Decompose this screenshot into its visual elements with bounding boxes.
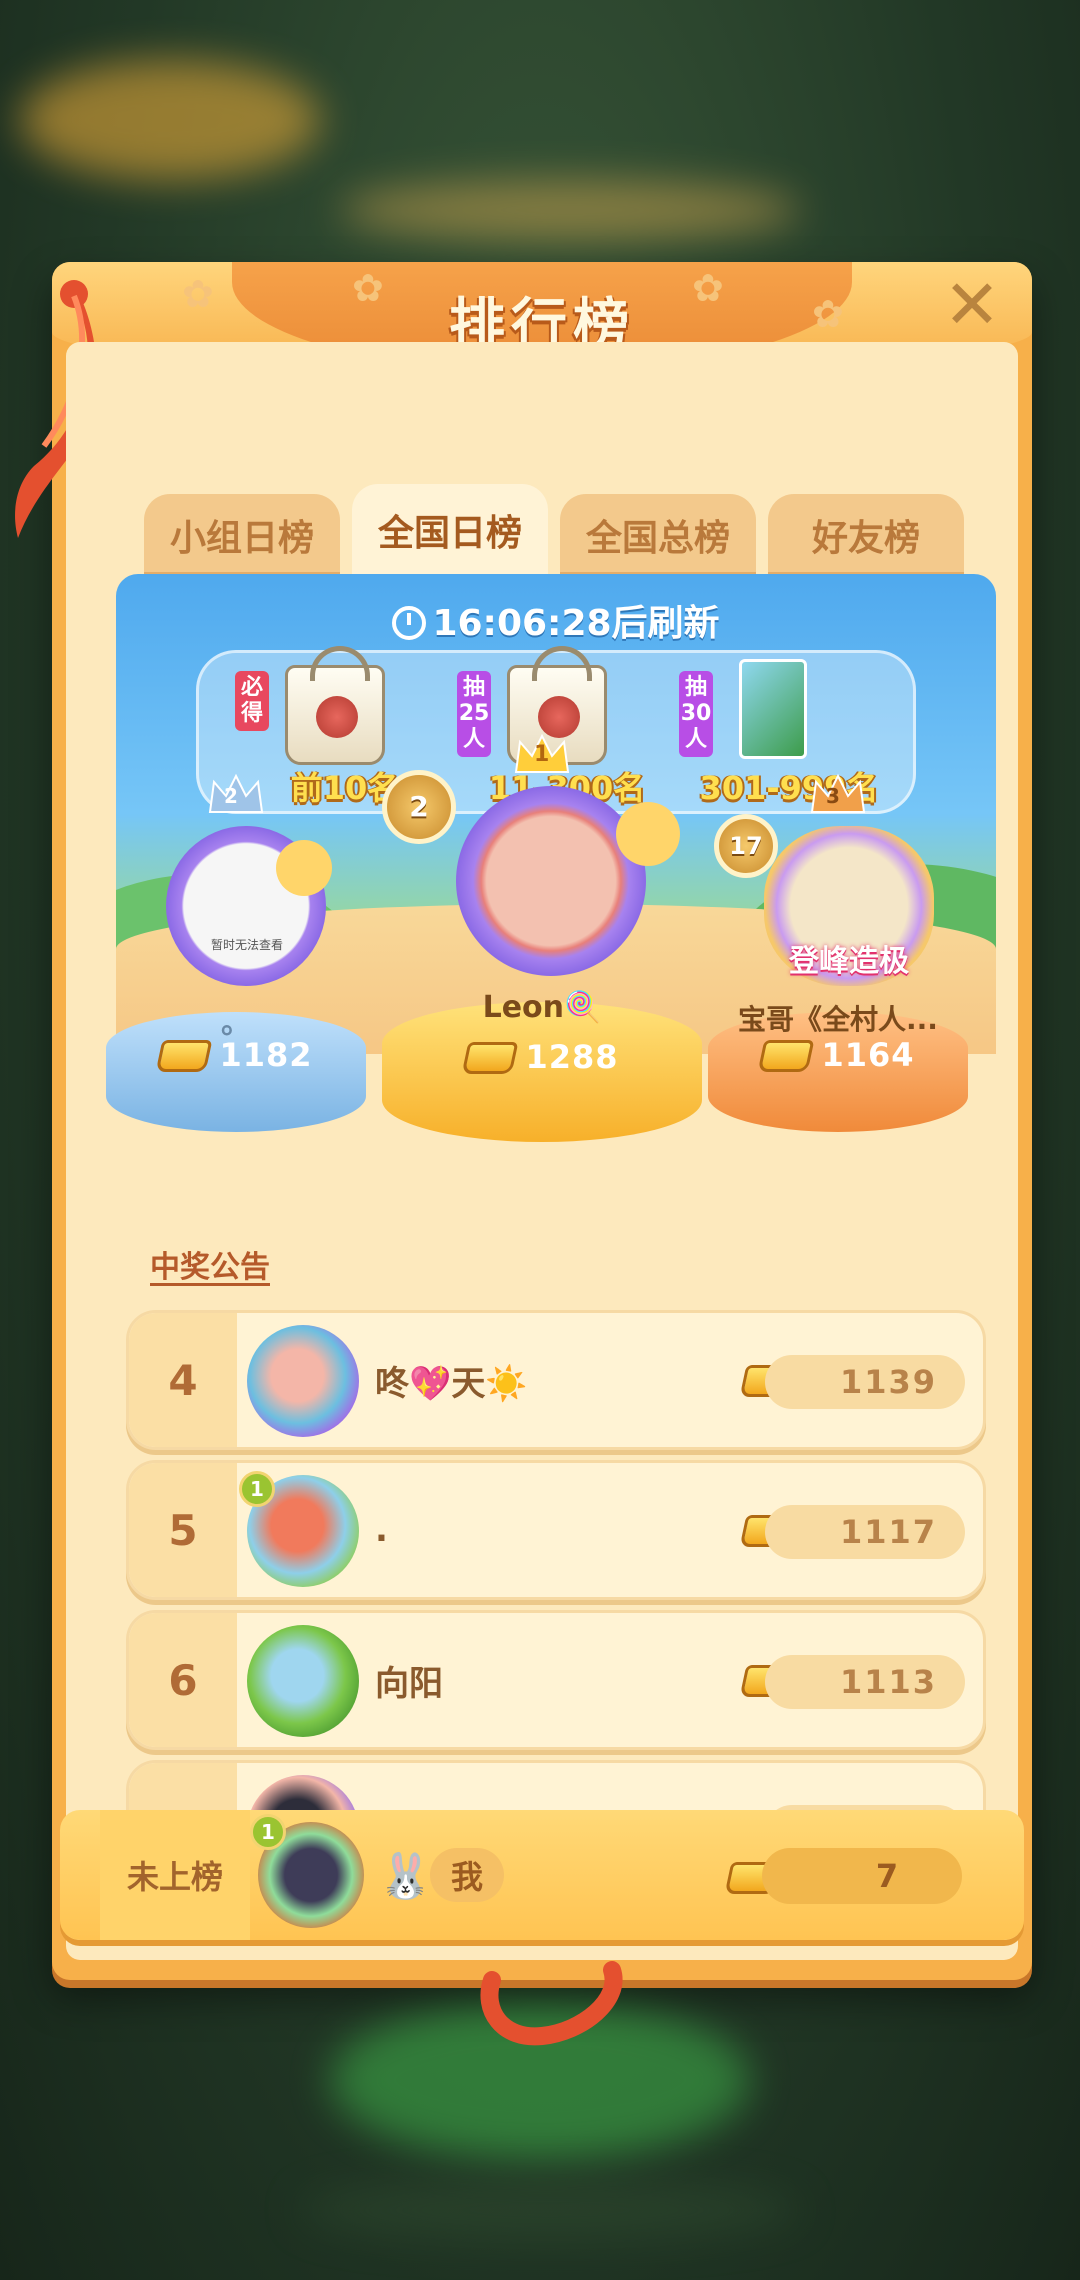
player-name: 咚💖天☀️ [375, 1363, 528, 1404]
close-icon: ✕ [943, 266, 1001, 345]
leaderboard-modal: ✿ ✿ ✿ ✿ 排行榜 ✕ 小组日榜 全国日榜 全国总榜 好友榜 16:06:2… [15, 262, 1032, 2046]
my-rank: 未上榜 [100, 1810, 250, 1940]
book-icon [739, 659, 807, 759]
rank-number: 4 [129, 1313, 237, 1447]
player-name: . [375, 1510, 388, 1550]
podium-name: 宝哥《全村人... [738, 1003, 938, 1036]
podium-name: Leon🍭 [482, 990, 602, 1025]
podium-second[interactable]: 2 暂时无法查看 。 1182 [106, 772, 366, 1132]
podium-score: 1288 [382, 1038, 702, 1076]
tab-national-total[interactable]: 全国总榜 [560, 494, 756, 576]
sun-decoration [276, 840, 332, 896]
tab-national-daily[interactable]: 全国日榜 [352, 484, 548, 576]
my-name: 我 [430, 1848, 504, 1902]
winner-announcement-link[interactable]: 中奖公告 [150, 1242, 270, 1286]
list-item[interactable]: 4 咚💖天☀️ 1139 [126, 1310, 986, 1450]
gold-bar-icon [758, 1040, 815, 1072]
rank-number: 5 [129, 1463, 237, 1597]
list-item[interactable]: 5 1 . 1117 [126, 1460, 986, 1600]
bunny-icon: 🐰 [378, 1851, 433, 1902]
level-badge: 1 [250, 1814, 286, 1850]
avatar [456, 786, 646, 976]
prize-tag: 必得 [235, 671, 269, 731]
podium-first[interactable]: 1 2 Leon🍭 1288 [382, 732, 702, 1142]
player-score: 1139 [765, 1355, 965, 1409]
tab-group-daily[interactable]: 小组日榜 [144, 494, 340, 576]
sun-decoration [616, 802, 680, 866]
my-score: 7 [762, 1848, 962, 1904]
rank-number: 2 [224, 784, 238, 808]
my-rank-row[interactable]: 未上榜 1 🐰 我 7 [60, 1810, 1024, 1940]
level-badge: 2 [382, 770, 456, 844]
close-button[interactable]: ✕ [940, 272, 1004, 340]
tab-friends[interactable]: 好友榜 [768, 494, 964, 576]
rank-number: 3 [826, 784, 840, 808]
podium-score: 1164 [708, 1036, 968, 1074]
player-name: 向阳 [375, 1663, 443, 1704]
level-badge: 1 [239, 1471, 275, 1507]
modal-body: 小组日榜 全国日榜 全国总榜 好友榜 16:06:28后刷新 必得 前10名 抽… [66, 342, 1018, 1960]
tab-bar: 小组日榜 全国日榜 全国总榜 好友榜 [144, 484, 964, 576]
avatar [247, 1625, 359, 1737]
gold-bar-icon [156, 1040, 213, 1072]
clock-icon [392, 606, 427, 640]
avatar [247, 1325, 359, 1437]
refresh-timer: 16:06:28后刷新 [116, 594, 996, 646]
gold-bar-icon [462, 1042, 519, 1074]
player-score: 1117 [765, 1505, 965, 1559]
rank-number: 6 [129, 1613, 237, 1747]
ribbon-decoration [480, 1961, 623, 2046]
podium-third[interactable]: 3 登峰造极 17 宝哥《全村人... 1164 [708, 772, 968, 1132]
podium-score: 1182 [106, 1036, 366, 1074]
player-score: 1113 [765, 1655, 965, 1709]
rank-number: 1 [534, 742, 550, 767]
level-badge: 17 [714, 814, 778, 878]
list-item[interactable]: 6 向阳 1113 [126, 1610, 986, 1750]
avatar: 登峰造极 [764, 826, 934, 986]
gift-bag-icon [285, 646, 385, 765]
